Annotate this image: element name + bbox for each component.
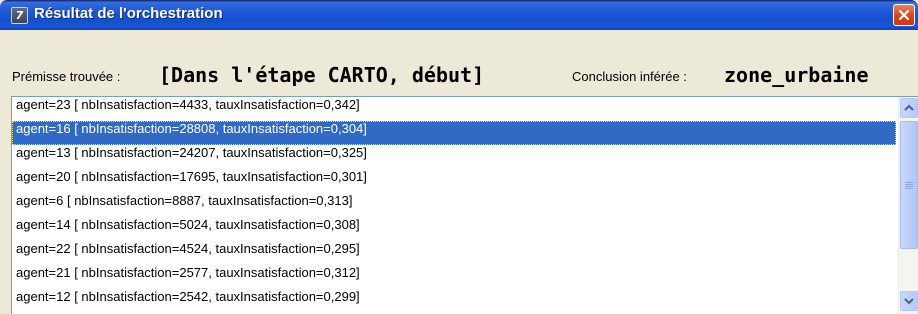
list-item[interactable]: agent=20 [ nbInsatisfaction=17695, tauxI…: [12, 169, 896, 193]
agents-listbox[interactable]: agent=23 [ nbInsatisfaction=4433, tauxIn…: [11, 96, 918, 314]
close-button[interactable]: [893, 4, 915, 26]
scroll-up-button[interactable]: [900, 98, 918, 118]
window-title: Résultat de l'orchestration: [34, 5, 223, 22]
inference-header: Prémisse trouvée : [Dans l'étape CARTO, …: [0, 60, 918, 92]
conclusion-value: zone_urbaine: [724, 63, 869, 87]
agents-list: agent=23 [ nbInsatisfaction=4433, tauxIn…: [12, 97, 896, 313]
list-item[interactable]: agent=13 [ nbInsatisfaction=24207, tauxI…: [12, 145, 896, 169]
list-item[interactable]: agent=12 [ nbInsatisfaction=2542, tauxIn…: [12, 289, 896, 313]
vertical-scrollbar[interactable]: [898, 97, 918, 314]
premise-value: [Dans l'étape CARTO, début]: [159, 63, 485, 87]
scroll-thumb[interactable]: [900, 121, 918, 249]
list-item[interactable]: agent=6 [ nbInsatisfaction=8887, tauxIns…: [12, 193, 896, 217]
scroll-down-button[interactable]: [900, 291, 918, 311]
list-item[interactable]: agent=14 [ nbInsatisfaction=5024, tauxIn…: [12, 217, 896, 241]
list-item[interactable]: agent=23 [ nbInsatisfaction=4433, tauxIn…: [12, 97, 896, 121]
app-icon: 7: [11, 7, 28, 24]
list-item[interactable]: agent=21 [ nbInsatisfaction=2577, tauxIn…: [12, 265, 896, 289]
scroll-down-arrow-icon: [904, 298, 914, 305]
title-bar[interactable]: 7 Résultat de l'orchestration: [0, 0, 918, 30]
conclusion-label: Conclusion inférée :: [572, 69, 687, 84]
premise-label: Prémisse trouvée :: [12, 69, 121, 84]
list-item[interactable]: agent=22 [ nbInsatisfaction=4524, tauxIn…: [12, 241, 896, 265]
close-icon: [898, 9, 910, 21]
list-item[interactable]: agent=16 [ nbInsatisfaction=28808, tauxI…: [12, 121, 896, 145]
orchestration-result-window: 7 Résultat de l'orchestration Prémisse t…: [0, 0, 918, 314]
scroll-up-arrow-icon: [904, 104, 914, 111]
scroll-grip-icon: [905, 182, 913, 189]
